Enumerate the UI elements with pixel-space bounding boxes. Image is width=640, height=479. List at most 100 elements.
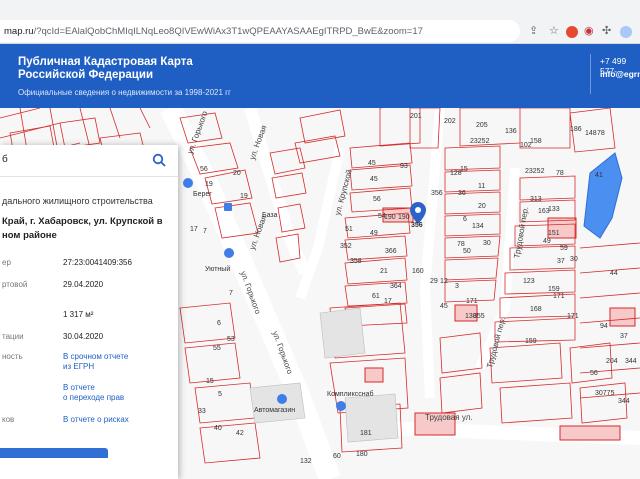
parcel-number: 159 [548, 286, 560, 293]
parcel-number: 15 [206, 378, 214, 385]
parcel-number: 186 [570, 126, 582, 133]
parcel-number: 30 [570, 256, 578, 263]
road-vertical [419, 108, 445, 399]
parcel-number: 102 [520, 142, 532, 149]
search-row: б [0, 145, 178, 177]
poi-label[interactable]: Автомагазин [254, 407, 295, 414]
parcel-address: Край, г. Хабаровск, ул. Крупской в ном р… [2, 216, 163, 241]
parcel-number: 41 [595, 172, 603, 179]
opera-extension-icon[interactable]: ◉ [584, 26, 594, 37]
road-krupskoy [295, 146, 345, 300]
parcel-number: 7 [229, 290, 233, 297]
parcel-number: 205 [476, 122, 488, 129]
parcel-number: 36 [458, 190, 466, 197]
parcel-number: 93 [400, 163, 408, 170]
poi-label[interactable]: Компликсснаб [327, 391, 373, 398]
parcel-number: 190 [384, 214, 396, 221]
parcel-info-panel: б дального жилищного строительства Край,… [0, 145, 178, 479]
parcel-number: 168 [530, 306, 542, 313]
parcel-number: 160 [412, 268, 424, 275]
parcel-number: 7 [203, 228, 207, 235]
parcel-number: 355 [473, 313, 485, 320]
parcel-number: 51 [345, 226, 353, 233]
parcel-number: 45 [368, 160, 376, 167]
row-value-registration: 30.04.2020 [63, 332, 104, 341]
parcel-number: 202 [444, 118, 456, 125]
parcel-number: 44 [610, 270, 618, 277]
parcel-number: 49 [543, 238, 551, 245]
poi-label[interactable]: Берег [193, 191, 212, 198]
parcel-number: 49 [370, 230, 378, 237]
parcel-number: 204 [606, 358, 618, 365]
link-risks-report[interactable]: В отчете о рисках [63, 415, 129, 425]
parcel-number: 17 [190, 226, 198, 233]
parcel-number: 23252 [470, 138, 490, 145]
selected-location-pin-icon[interactable] [410, 202, 426, 224]
parcel-number: 12 [440, 278, 448, 285]
parcel-number: 37 [557, 258, 565, 265]
parcel-number: 23252 [525, 168, 545, 175]
row-value-cadastral-number: 27:23:0041409:356 [63, 258, 132, 267]
parcel-number: 42 [236, 430, 244, 437]
row-key-cost-date: ртовой [2, 280, 28, 289]
parcel-number: 159 [525, 338, 537, 345]
row-key-cadastral-number: ер [2, 258, 11, 267]
parcel-number: 352 [340, 243, 352, 250]
bookmark-star-icon[interactable]: ☆ [549, 26, 559, 37]
parcel-number: 148 [585, 130, 597, 137]
parcel-number: 6 [463, 216, 467, 223]
header-email[interactable]: info@egrnn [600, 69, 640, 79]
parcel-number: 15 [460, 166, 468, 173]
link-rights-transfer-report[interactable]: В отчете о переходе прав [63, 383, 124, 403]
order-report-button[interactable] [0, 448, 108, 458]
share-icon[interactable]: ⇪ [529, 26, 538, 37]
parcel-number: 171 [466, 298, 478, 305]
profile-avatar[interactable] [620, 26, 632, 38]
parcel-number: 30775 [595, 390, 615, 397]
extension-icon[interactable] [566, 26, 578, 38]
parcel-number: 5 [218, 391, 222, 398]
search-icon[interactable] [152, 153, 166, 167]
parcel-pink-3 [364, 367, 384, 383]
parcel-number: 55 [213, 345, 221, 352]
row-key-registration: тации [2, 332, 24, 341]
poi-label[interactable]: Уютный [205, 266, 230, 273]
parcel-number: 50 [463, 248, 471, 255]
header-divider [590, 54, 591, 94]
puzzle-extensions-icon[interactable]: ✣ [602, 26, 611, 37]
street-label: Трудовая ул. [425, 413, 473, 422]
parcel-number: 171 [567, 313, 579, 320]
parcel-number: 78 [457, 241, 465, 248]
site-subtitle: Официальные сведения о недвижимости за 1… [18, 88, 231, 97]
parcel-number: 181 [360, 430, 372, 437]
parcel-pink-bottom2 [559, 425, 621, 441]
parcel-number: 78 [556, 170, 564, 177]
parcel-number: 123 [523, 278, 535, 285]
parcel-number: 37 [620, 333, 628, 340]
address-bar-url[interactable]: map.ru/?qcId=EAlalQobChMIqILNqLeo8QIVEwW… [4, 26, 423, 37]
parcel-number: 40 [214, 425, 222, 432]
parcel-number: 11 [478, 183, 486, 190]
site-title[interactable]: Публичная Кадастровая Карта Российской Ф… [18, 56, 218, 82]
parcel-number: 17 [384, 298, 392, 305]
search-input[interactable]: б [2, 154, 8, 165]
parcel-number: 20 [478, 203, 486, 210]
poi-label[interactable]: База [262, 212, 278, 219]
parcel-number: 134 [472, 223, 484, 230]
selected-parcel-label: 356 [411, 222, 423, 229]
parcel-purpose: дального жилищного строительства [2, 196, 153, 206]
parcel-number: 19 [240, 193, 248, 200]
link-urgent-report[interactable]: В срочном отчете из ЕГРН [63, 352, 128, 372]
parcel-number: 344 [618, 398, 630, 405]
parcel-number: 6 [217, 320, 221, 327]
row-key-risks: ков [2, 415, 15, 424]
parcel-number: 171 [553, 293, 565, 300]
parcel-number: 3 [455, 283, 459, 290]
parcel-number: 56 [200, 166, 208, 173]
parcel-number: 61 [372, 293, 380, 300]
parcel-number: 45 [440, 303, 448, 310]
parcel-number: 56 [590, 370, 598, 377]
parcel-number: 163 [538, 208, 550, 215]
row-value-area: 1 317 м² [63, 310, 94, 319]
parcel-number: 358 [350, 258, 362, 265]
